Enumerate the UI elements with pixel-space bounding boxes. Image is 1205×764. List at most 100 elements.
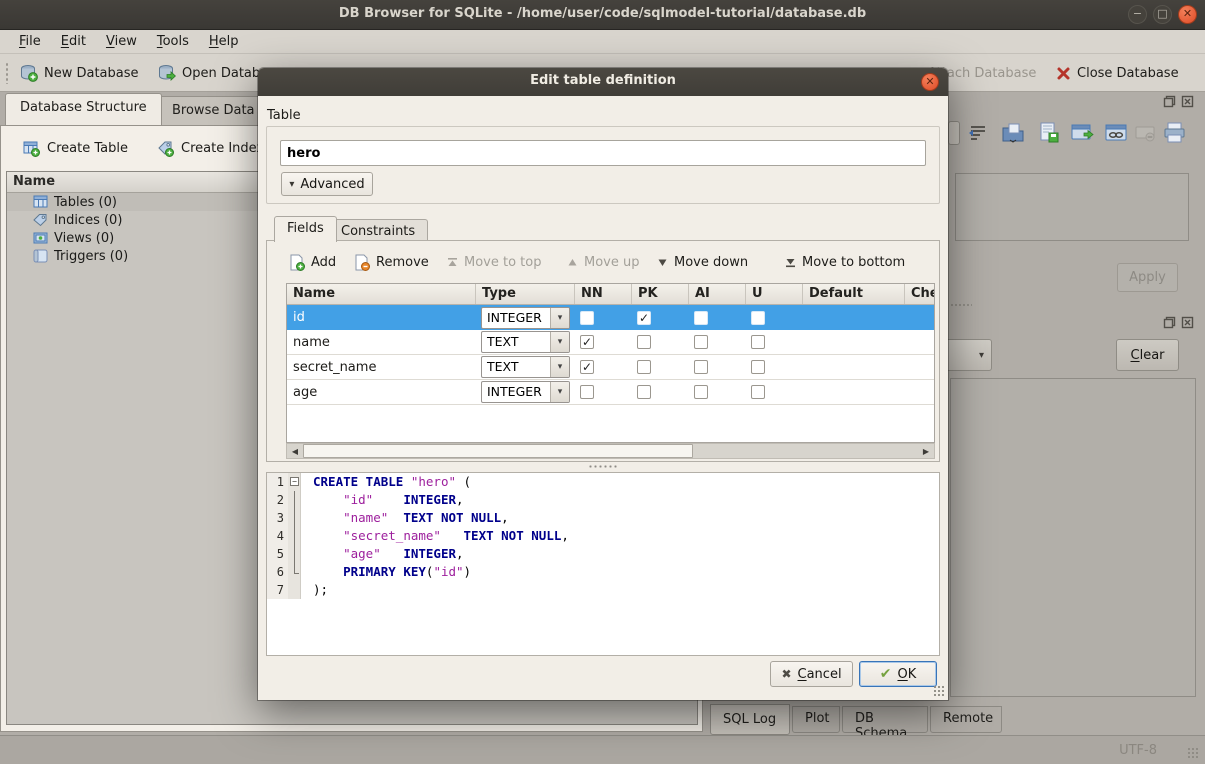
sql-preview[interactable]: 1− CREATE TABLE "hero" ( 2 "id" INTEGER,… [266, 472, 940, 656]
splitter-handle[interactable] [588, 464, 618, 469]
field-row-age[interactable]: age INTEGER▾ [287, 380, 934, 405]
minimize-button[interactable]: − [1128, 5, 1147, 24]
menu-edit[interactable]: Edit [52, 32, 95, 51]
advanced-toggle-button[interactable]: ▾ Advanced [281, 172, 373, 196]
ai-checkbox[interactable] [694, 335, 708, 349]
toolbar-drag-handle[interactable] [5, 62, 9, 84]
fields-horizontal-scrollbar: ◀ ▶ [286, 443, 935, 459]
word-wrap-icon[interactable] [964, 120, 990, 146]
field-type-combobox[interactable]: INTEGER▾ [481, 381, 570, 403]
menu-file[interactable]: File [10, 32, 50, 51]
scroll-right-arrow[interactable]: ▶ [918, 444, 934, 458]
ok-button[interactable]: ✔ OK [859, 661, 937, 687]
menu-view[interactable]: View [97, 32, 146, 51]
fields-grid: Name Type NN PK AI U Default Check id IN… [286, 283, 935, 443]
field-type-combobox[interactable]: TEXT▾ [481, 331, 570, 353]
export-cell-icon[interactable] [1036, 120, 1062, 146]
dock-separator-handle[interactable] [950, 303, 972, 307]
pk-checkbox[interactable] [637, 335, 651, 349]
encoding-indicator: UTF-8 [1119, 743, 1157, 758]
dock-float-icon[interactable] [1163, 95, 1176, 108]
cancel-button[interactable]: ✖ Cancel [770, 661, 853, 687]
remove-icon [353, 254, 370, 271]
tab-db-schema[interactable]: DB Schema [842, 706, 928, 733]
open-in-external-icon[interactable] [1070, 120, 1096, 146]
dialog-button-row: ✔ OK [859, 661, 937, 687]
field-type-combobox[interactable]: INTEGER▾ [481, 307, 570, 329]
col-header-check[interactable]: Check [905, 284, 934, 304]
move-down-button[interactable]: Move down [653, 249, 752, 275]
u-checkbox[interactable] [751, 360, 765, 374]
create-index-button[interactable]: Create Index [149, 134, 272, 162]
nn-checkbox[interactable] [580, 385, 594, 399]
tab-database-structure[interactable]: Database Structure [5, 93, 162, 125]
field-name-cell[interactable]: id [287, 310, 476, 325]
application-window: DB Browser for SQLite - /home/user/code/… [0, 0, 1205, 764]
mode-combo-fragment[interactable] [948, 120, 960, 146]
col-header-type[interactable]: Type [476, 284, 575, 304]
window-close-button[interactable]: ✕ [1178, 5, 1197, 24]
col-header-name[interactable]: Name [287, 284, 476, 304]
col-header-nn[interactable]: NN [575, 284, 632, 304]
sql-line: 2 "id" INTEGER, [267, 491, 939, 509]
col-header-pk[interactable]: PK [632, 284, 689, 304]
tab-browse-data[interactable]: Browse Data [157, 96, 270, 125]
window-titlebar[interactable]: DB Browser for SQLite - /home/user/code/… [0, 0, 1205, 30]
close-database-icon [1056, 66, 1071, 81]
tab-fields[interactable]: Fields [274, 216, 337, 242]
window-resize-grip[interactable] [1187, 747, 1199, 759]
ai-checkbox[interactable] [694, 360, 708, 374]
field-row-name[interactable]: name TEXT▾ ✓ [287, 330, 934, 355]
create-table-button[interactable]: Create Table [15, 134, 136, 162]
tab-remote[interactable]: Remote [930, 706, 1002, 733]
close-database-button[interactable]: Close Database [1050, 60, 1185, 86]
fold-marker-icon[interactable]: − [288, 473, 301, 491]
dock-close-icon[interactable] [1181, 95, 1194, 108]
u-checkbox[interactable] [751, 335, 765, 349]
nn-checkbox[interactable]: ✓ [580, 335, 594, 349]
nn-checkbox[interactable]: ✓ [580, 360, 594, 374]
dock-close-icon[interactable] [1181, 316, 1194, 329]
field-name-cell[interactable]: secret_name [287, 360, 476, 375]
new-database-button[interactable]: New Database [14, 60, 145, 86]
field-row-id[interactable]: id INTEGER▾ ✓ [287, 305, 934, 330]
dialog-close-button[interactable]: ✕ [921, 73, 939, 91]
copy-link-icon[interactable] [1104, 120, 1130, 146]
remove-field-button[interactable]: Remove [349, 249, 433, 275]
add-field-button[interactable]: Add [284, 249, 340, 275]
u-checkbox[interactable] [751, 311, 765, 325]
field-row-secret-name[interactable]: secret_name TEXT▾ ✓ [287, 355, 934, 380]
ai-checkbox[interactable] [694, 385, 708, 399]
dialog-titlebar[interactable]: Edit table definition ✕ [258, 68, 948, 96]
field-name-cell[interactable]: name [287, 335, 476, 350]
dialog-resize-grip[interactable] [933, 685, 945, 697]
table-name-input[interactable] [280, 140, 926, 166]
create-table-icon [23, 140, 40, 157]
pk-checkbox[interactable] [637, 385, 651, 399]
u-checkbox[interactable] [751, 385, 765, 399]
col-header-u[interactable]: U [746, 284, 803, 304]
nn-checkbox[interactable] [580, 311, 594, 325]
apply-cell-button: Apply [1117, 263, 1178, 292]
menubar: File Edit View Tools Help [0, 30, 1205, 54]
col-header-ai[interactable]: AI [689, 284, 746, 304]
scrollbar-thumb[interactable] [303, 444, 693, 458]
print-cell-icon[interactable] [1162, 120, 1188, 146]
tab-plot[interactable]: Plot [792, 706, 840, 733]
move-to-bottom-button[interactable]: Move to bottom [781, 249, 909, 275]
ai-checkbox[interactable] [694, 311, 708, 325]
maximize-button[interactable]: □ [1153, 5, 1172, 24]
field-name-cell[interactable]: age [287, 385, 476, 400]
scroll-left-arrow[interactable]: ◀ [287, 444, 303, 458]
menu-help[interactable]: Help [200, 32, 248, 51]
menu-tools[interactable]: Tools [148, 32, 198, 51]
field-type-combobox[interactable]: TEXT▾ [481, 356, 570, 378]
move-to-top-icon [447, 257, 458, 268]
clear-log-button[interactable]: Clear [1116, 339, 1179, 371]
import-cell-icon[interactable] [1000, 120, 1026, 146]
pk-checkbox[interactable]: ✓ [637, 311, 651, 325]
dock-float-icon[interactable] [1163, 316, 1176, 329]
col-header-default[interactable]: Default [803, 284, 905, 304]
pk-checkbox[interactable] [637, 360, 651, 374]
tab-sql-log[interactable]: SQL Log [710, 704, 790, 735]
